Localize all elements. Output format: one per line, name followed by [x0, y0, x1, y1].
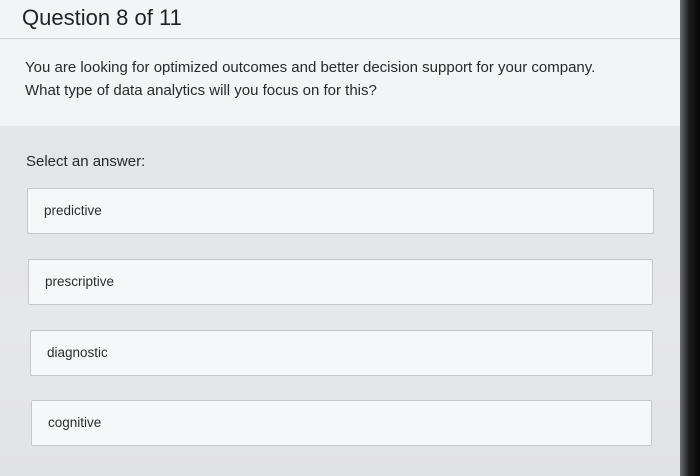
answer-option-label: predictive [44, 203, 102, 218]
question-line-2: What type of data analytics will you foc… [25, 82, 377, 99]
answer-option-label: prescriptive [45, 274, 115, 289]
answer-option-diagnostic[interactable]: diagnostic [30, 330, 653, 376]
question-header-panel: Question 8 of 11 You are looking for opt… [0, 0, 680, 126]
answer-option-cognitive[interactable]: cognitive [31, 400, 652, 446]
answer-option-predictive[interactable]: predictive [27, 188, 654, 234]
question-counter: Question 8 of 11 [22, 5, 182, 30]
header-divider [0, 38, 680, 39]
select-answer-label: Select an answer: [26, 153, 146, 170]
question-text: You are looking for optimized outcomes a… [25, 56, 665, 102]
screen-bezel-edge [680, 0, 700, 476]
answer-option-label: cognitive [48, 415, 102, 430]
question-line-1: You are looking for optimized outcomes a… [25, 59, 596, 76]
answer-option-label: diagnostic [47, 345, 108, 360]
answer-option-prescriptive[interactable]: prescriptive [28, 259, 653, 305]
